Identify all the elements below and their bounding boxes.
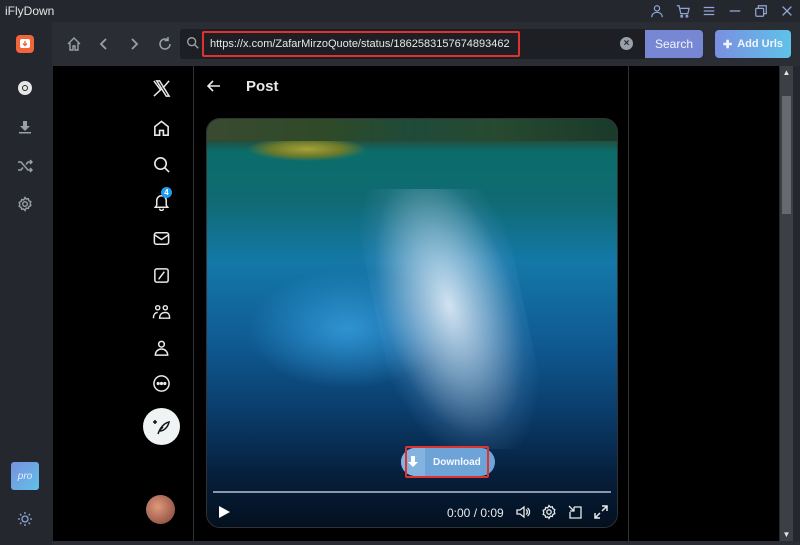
app-title: iFlyDown [5, 4, 55, 18]
web-content: 4 Post Download 0:00 / 0:09 [53, 66, 779, 541]
browser-icon[interactable] [15, 78, 35, 98]
post-title: Post [246, 78, 279, 95]
fullscreen-icon[interactable] [593, 504, 609, 520]
reload-icon [159, 37, 171, 50]
minimize-icon[interactable] [722, 0, 748, 22]
search-icon [187, 37, 199, 49]
picture-in-picture-icon[interactable] [567, 504, 583, 520]
post-divider [628, 66, 629, 541]
add-urls-label: Add Urls [737, 38, 784, 50]
x-navigation: 4 [53, 66, 193, 541]
notification-badge: 4 [161, 187, 172, 198]
downloads-icon[interactable] [15, 117, 35, 137]
settings-icon[interactable] [15, 194, 35, 214]
scroll-up-icon[interactable]: ▲ [780, 66, 793, 79]
x-profile-icon[interactable] [151, 338, 171, 358]
cart-icon[interactable] [670, 0, 696, 22]
add-urls-button[interactable]: ✚ Add Urls [715, 30, 791, 58]
url-input[interactable] [202, 31, 520, 57]
home-button[interactable] [64, 34, 84, 54]
back-button[interactable] [94, 34, 114, 54]
chevron-right-icon [131, 38, 139, 50]
scroll-down-icon[interactable]: ▼ [780, 528, 793, 541]
post-header: Post [194, 66, 628, 108]
video-frame-wake [349, 189, 555, 449]
search-button[interactable]: Search [645, 30, 703, 58]
post-column: Post Download 0:00 / 0:09 [194, 66, 628, 541]
x-explore-icon[interactable] [151, 154, 171, 174]
video-progress-bar[interactable] [213, 491, 611, 493]
play-icon[interactable] [217, 505, 231, 519]
x-messages-icon[interactable] [151, 228, 171, 248]
x-logo-icon[interactable] [151, 78, 171, 98]
pro-badge[interactable]: pro [11, 462, 39, 490]
home-icon [67, 37, 81, 51]
forward-button[interactable] [124, 34, 144, 54]
volume-icon[interactable] [515, 504, 531, 520]
x-home-icon[interactable] [151, 118, 171, 138]
video-player[interactable]: Download 0:00 / 0:09 [206, 118, 618, 528]
x-more-icon[interactable] [151, 373, 171, 393]
clear-url-icon[interactable]: × [620, 37, 633, 50]
app-logo [16, 35, 34, 53]
video-settings-icon[interactable] [541, 504, 557, 520]
x-communities-icon[interactable] [151, 302, 171, 322]
convert-icon[interactable] [15, 156, 35, 176]
chevron-left-icon [99, 38, 107, 50]
restore-icon[interactable] [748, 0, 774, 22]
compose-icon [152, 419, 170, 434]
app-window: iFlyDown pro https://x.com/ZafarMirzoQuo… [0, 0, 800, 545]
status-strip [52, 541, 800, 545]
window-controls [644, 0, 800, 22]
app-sidebar: pro [0, 22, 52, 545]
plus-icon: ✚ [722, 38, 733, 51]
compose-post-button[interactable] [143, 408, 180, 445]
url-bar: × [180, 29, 646, 59]
browser-toolbar: × Search ✚ Add Urls [52, 22, 800, 66]
back-arrow-icon[interactable] [206, 78, 222, 94]
theme-icon[interactable] [15, 509, 35, 529]
vertical-scrollbar[interactable]: ▲ ▼ [780, 66, 793, 541]
x-grok-icon[interactable] [151, 265, 171, 285]
video-frame-shore [207, 119, 617, 141]
video-time: 0:00 / 0:09 [447, 506, 504, 520]
menu-icon[interactable] [696, 0, 722, 22]
reload-button[interactable] [155, 34, 175, 54]
title-bar: iFlyDown [0, 0, 800, 22]
account-icon[interactable] [644, 0, 670, 22]
download-icon [401, 448, 425, 476]
download-label: Download [433, 456, 481, 468]
download-button[interactable]: Download [401, 448, 495, 476]
close-icon[interactable] [774, 0, 800, 22]
user-avatar[interactable] [146, 495, 175, 524]
scroll-thumb[interactable] [782, 96, 791, 214]
